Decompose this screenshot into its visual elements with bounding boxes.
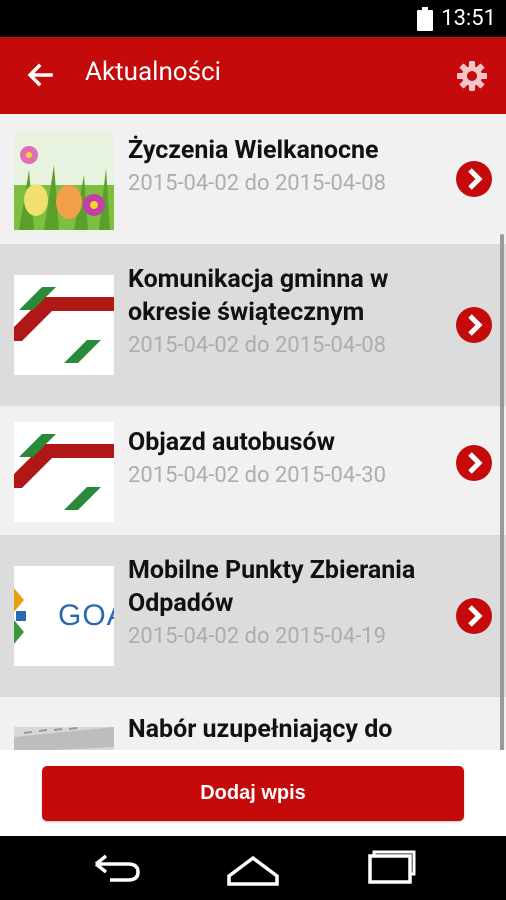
item-title: Życzenia Wielkanocne [128, 136, 379, 165]
bottom-action-area: Dodaj wpis [0, 750, 506, 836]
home-nav-icon[interactable] [223, 848, 283, 888]
status-bar: 13:51 [0, 0, 506, 37]
back-arrow-icon[interactable] [24, 59, 56, 91]
item-date: 2015-04-02 do 2015-04-08 [128, 171, 387, 196]
list-item[interactable]: Komunikacja gminna w okresie świątecznym… [0, 244, 506, 406]
chevron-right-icon[interactable] [456, 445, 492, 481]
app-bar: Aktualności [0, 37, 506, 114]
page-title: Aktualności [85, 57, 221, 87]
goa-logo: GOA [14, 566, 114, 666]
chevron-right-icon[interactable] [456, 307, 492, 343]
stripes-logo [14, 422, 114, 522]
item-title: Komunikacja gminna w okresie świątecznym [128, 265, 389, 327]
item-date: 2015-04-02 do 2015-04-08 [128, 333, 387, 358]
item-title: Objazd autobusów [128, 428, 335, 457]
stripes-logo [14, 275, 114, 375]
item-title: Nabór uzupełniający do [128, 715, 393, 744]
easter-eggs-image [14, 130, 114, 230]
chevron-right-icon[interactable] [456, 161, 492, 197]
keyboard-image [14, 727, 114, 750]
list-item[interactable]: Nabór uzupełniający do [0, 697, 506, 750]
list-item[interactable]: GOA Mobilne Punkty Zbierania Odpadów 201… [0, 535, 506, 697]
back-nav-icon[interactable] [86, 848, 146, 888]
list-item[interactable]: Życzenia Wielkanocne 2015-04-02 do 2015-… [0, 114, 506, 244]
scrollbar[interactable] [500, 234, 504, 750]
battery-icon [417, 6, 434, 31]
status-time: 13:51 [441, 6, 496, 31]
news-list: Życzenia Wielkanocne 2015-04-02 do 2015-… [0, 114, 506, 750]
item-date: 2015-04-02 do 2015-04-30 [128, 463, 387, 488]
goa-logo-text: GOA [58, 599, 114, 632]
item-title: Mobilne Punkty Zbierania Odpadów [128, 556, 416, 618]
add-entry-button[interactable]: Dodaj wpis [42, 766, 464, 821]
chevron-right-icon[interactable] [456, 598, 492, 634]
gear-icon[interactable] [456, 60, 488, 92]
recents-nav-icon[interactable] [360, 848, 420, 888]
list-item[interactable]: Objazd autobusów 2015-04-02 do 2015-04-3… [0, 406, 506, 535]
item-date: 2015-04-02 do 2015-04-19 [128, 624, 387, 649]
system-nav-bar [0, 836, 506, 900]
